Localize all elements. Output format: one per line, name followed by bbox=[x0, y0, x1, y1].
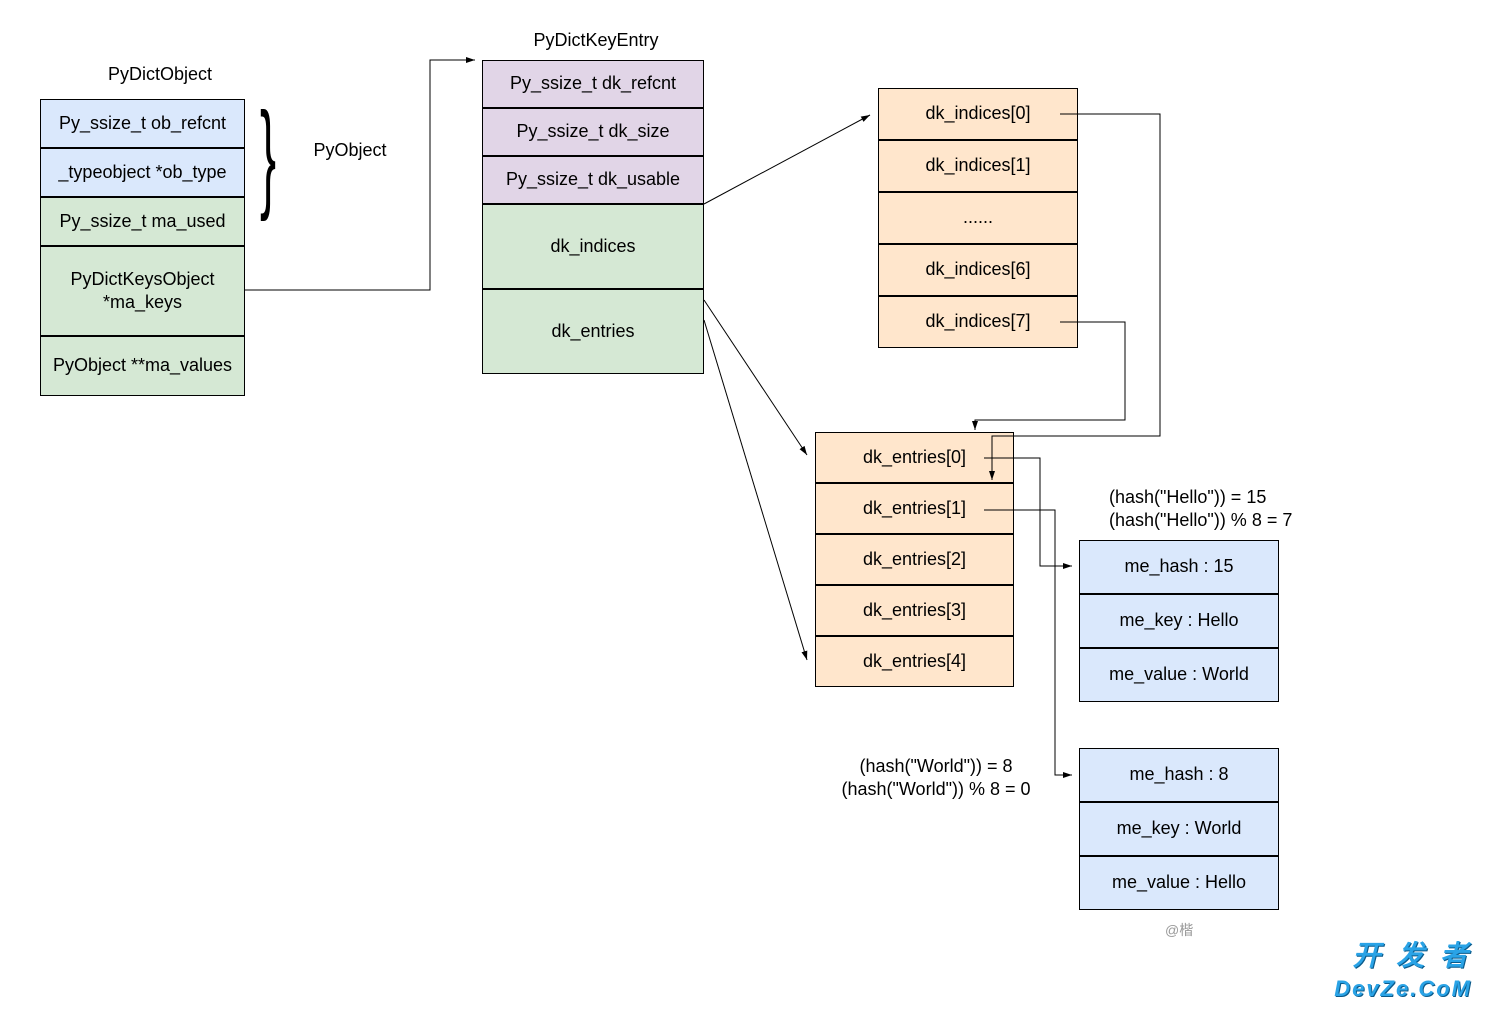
dk_indices-7: dk_indices[7] bbox=[878, 296, 1078, 348]
dk_indices-1: dk_indices[1] bbox=[878, 140, 1078, 192]
dk_entries-4: dk_entries[4] bbox=[815, 636, 1014, 687]
pydictobject-ob_refcnt: Py_ssize_t ob_refcnt bbox=[40, 99, 245, 148]
hash-world-line2: (hash("World")) % 8 = 0 bbox=[826, 779, 1046, 800]
pydictkeyentry-dk_size: Py_ssize_t dk_size bbox=[482, 108, 704, 156]
hash-hello-line2: (hash("Hello")) % 8 = 7 bbox=[1109, 510, 1329, 531]
logo-line2: DevZe.CoM bbox=[1334, 976, 1472, 1002]
dk_indices-ellipsis: ...... bbox=[878, 192, 1078, 244]
dk_entries-0: dk_entries[0] bbox=[815, 432, 1014, 483]
entry0-me_value: me_value : World bbox=[1079, 648, 1279, 702]
pyobject-label: PyObject bbox=[300, 140, 400, 161]
pydictkeyentry-dk_usable: Py_ssize_t dk_usable bbox=[482, 156, 704, 204]
logo-line1: 开 发 者 bbox=[1352, 934, 1472, 974]
watermark: @楷 bbox=[1165, 920, 1193, 940]
hash-world-line1: (hash("World")) = 8 bbox=[826, 756, 1046, 777]
pydictobject-ma_keys: PyDictKeysObject *ma_keys bbox=[40, 246, 245, 336]
brace-icon: } bbox=[260, 95, 276, 215]
pydictkeyentry-dk_refcnt: Py_ssize_t dk_refcnt bbox=[482, 60, 704, 108]
dk_entries-3: dk_entries[3] bbox=[815, 585, 1014, 636]
dk_indices-6: dk_indices[6] bbox=[878, 244, 1078, 296]
dk_entries-2: dk_entries[2] bbox=[815, 534, 1014, 585]
dk_entries-1: dk_entries[1] bbox=[815, 483, 1014, 534]
pydictobject-ma_used: Py_ssize_t ma_used bbox=[40, 197, 245, 246]
pydictobject-ma_values: PyObject **ma_values bbox=[40, 336, 245, 396]
entry0-me_key: me_key : Hello bbox=[1079, 594, 1279, 648]
hash-hello-line1: (hash("Hello")) = 15 bbox=[1109, 487, 1329, 508]
pydictkeyentry-dk_entries: dk_entries bbox=[482, 289, 704, 374]
entry0-me_hash: me_hash : 15 bbox=[1079, 540, 1279, 594]
dk_indices-0: dk_indices[0] bbox=[878, 88, 1078, 140]
pydictkeyentry-dk_indices: dk_indices bbox=[482, 204, 704, 289]
entry1-me_key: me_key : World bbox=[1079, 802, 1279, 856]
entry1-me_value: me_value : Hello bbox=[1079, 856, 1279, 910]
pydictobject-ob_type: _typeobject *ob_type bbox=[40, 148, 245, 197]
pydictkeyentry-title: PyDictKeyEntry bbox=[516, 30, 676, 51]
entry1-me_hash: me_hash : 8 bbox=[1079, 748, 1279, 802]
pydictobject-title: PyDictObject bbox=[85, 64, 235, 85]
